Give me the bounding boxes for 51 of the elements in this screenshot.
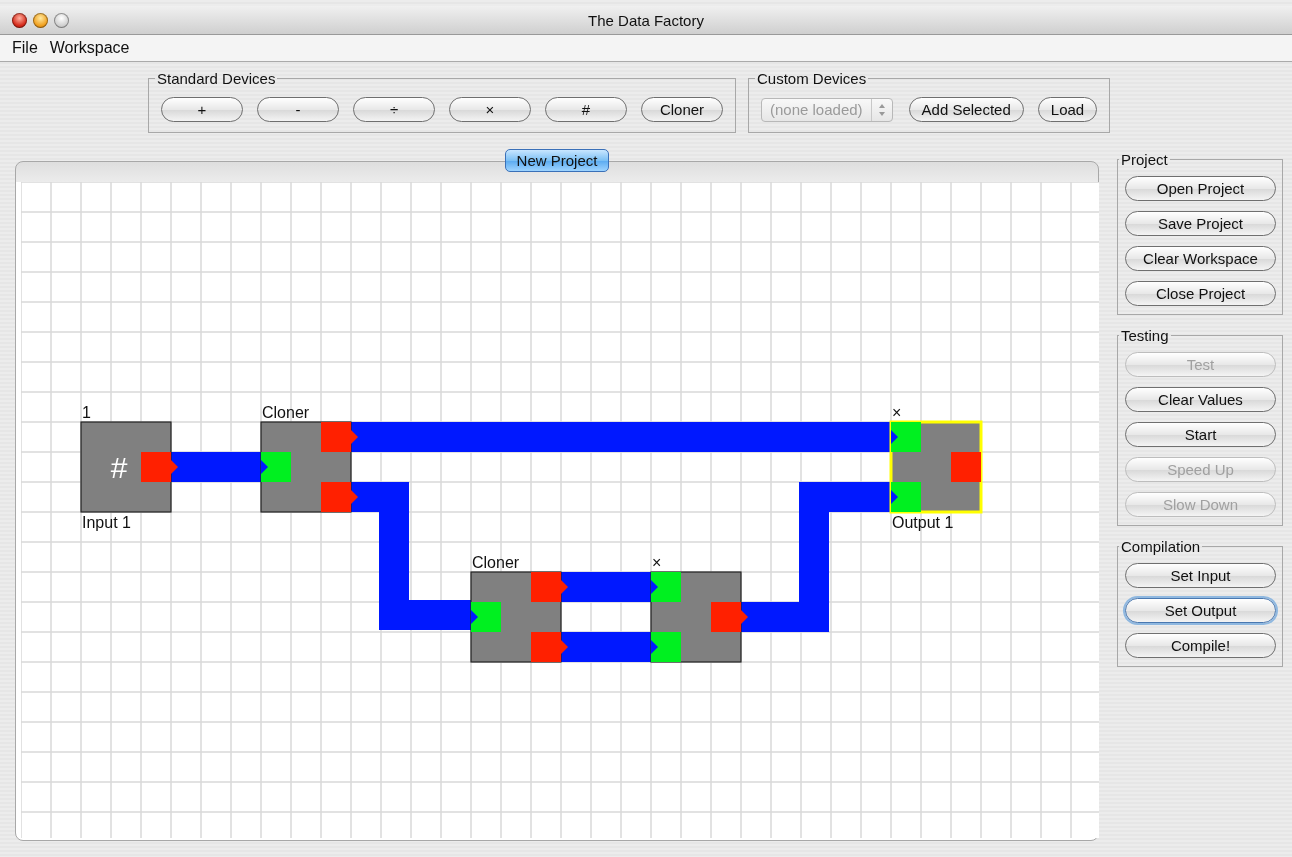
action-button[interactable]: Clear Workspace [1125, 246, 1276, 271]
action-button[interactable]: Compile! [1125, 633, 1276, 658]
action-button[interactable]: Save Project [1125, 211, 1276, 236]
group-title: Custom Devices [756, 70, 868, 87]
device-label: × [652, 554, 662, 571]
group-title: Testing [1120, 327, 1170, 344]
device-label: × [892, 404, 902, 421]
input-port[interactable] [261, 452, 291, 482]
zoom-button[interactable] [54, 12, 69, 28]
input-port[interactable] [651, 632, 681, 662]
workspace-canvas[interactable]: # 1 Input 1 Cloner Cloner × × Output 1 [21, 182, 1099, 838]
output-port[interactable] [711, 602, 748, 632]
device-label: Cloner [262, 404, 310, 421]
action-button[interactable]: Set Input [1125, 563, 1276, 588]
close-button[interactable] [12, 12, 27, 28]
device-label: Output 1 [892, 514, 954, 531]
input-port[interactable] [651, 572, 681, 602]
group-title: Standard Devices [156, 70, 277, 87]
input-port[interactable] [891, 482, 921, 512]
device-button[interactable]: ÷ [353, 97, 435, 122]
device-label: Cloner [472, 554, 520, 571]
device-button[interactable]: Cloner [641, 97, 723, 122]
output-port[interactable] [321, 482, 358, 512]
minimize-button[interactable] [33, 12, 48, 28]
device-button[interactable]: - [257, 97, 339, 122]
device-button[interactable]: × [449, 97, 531, 122]
action-button[interactable]: Clear Values [1125, 387, 1276, 412]
action-button[interactable]: Open Project [1125, 176, 1276, 201]
window-title: The Data Factory [588, 11, 704, 29]
device-symbol: # [110, 451, 128, 484]
device-button[interactable]: Load [1037, 97, 1098, 122]
device-button[interactable]: # [545, 97, 627, 122]
action-button[interactable]: Start [1125, 422, 1276, 447]
output-port[interactable] [141, 452, 178, 482]
device-label: Input 1 [82, 514, 131, 531]
input-port[interactable] [891, 422, 921, 452]
output-port[interactable] [321, 422, 358, 452]
device-button[interactable]: Add Selected [908, 97, 1024, 122]
action-button[interactable]: Set Output [1125, 598, 1276, 623]
output-port[interactable] [531, 632, 568, 662]
stepper-icon [877, 102, 886, 117]
input-port[interactable] [471, 602, 501, 632]
menu-item[interactable]: File [12, 39, 38, 57]
workspace-tab[interactable]: New Project [504, 149, 610, 172]
menu-item[interactable]: Workspace [49, 39, 130, 57]
action-button[interactable]: Close Project [1125, 281, 1276, 306]
device-button[interactable]: + [161, 97, 243, 122]
group-title: Compilation [1120, 538, 1202, 555]
output-port[interactable] [531, 572, 568, 602]
group-title: Project [1120, 151, 1169, 168]
device-label: 1 [82, 404, 91, 421]
